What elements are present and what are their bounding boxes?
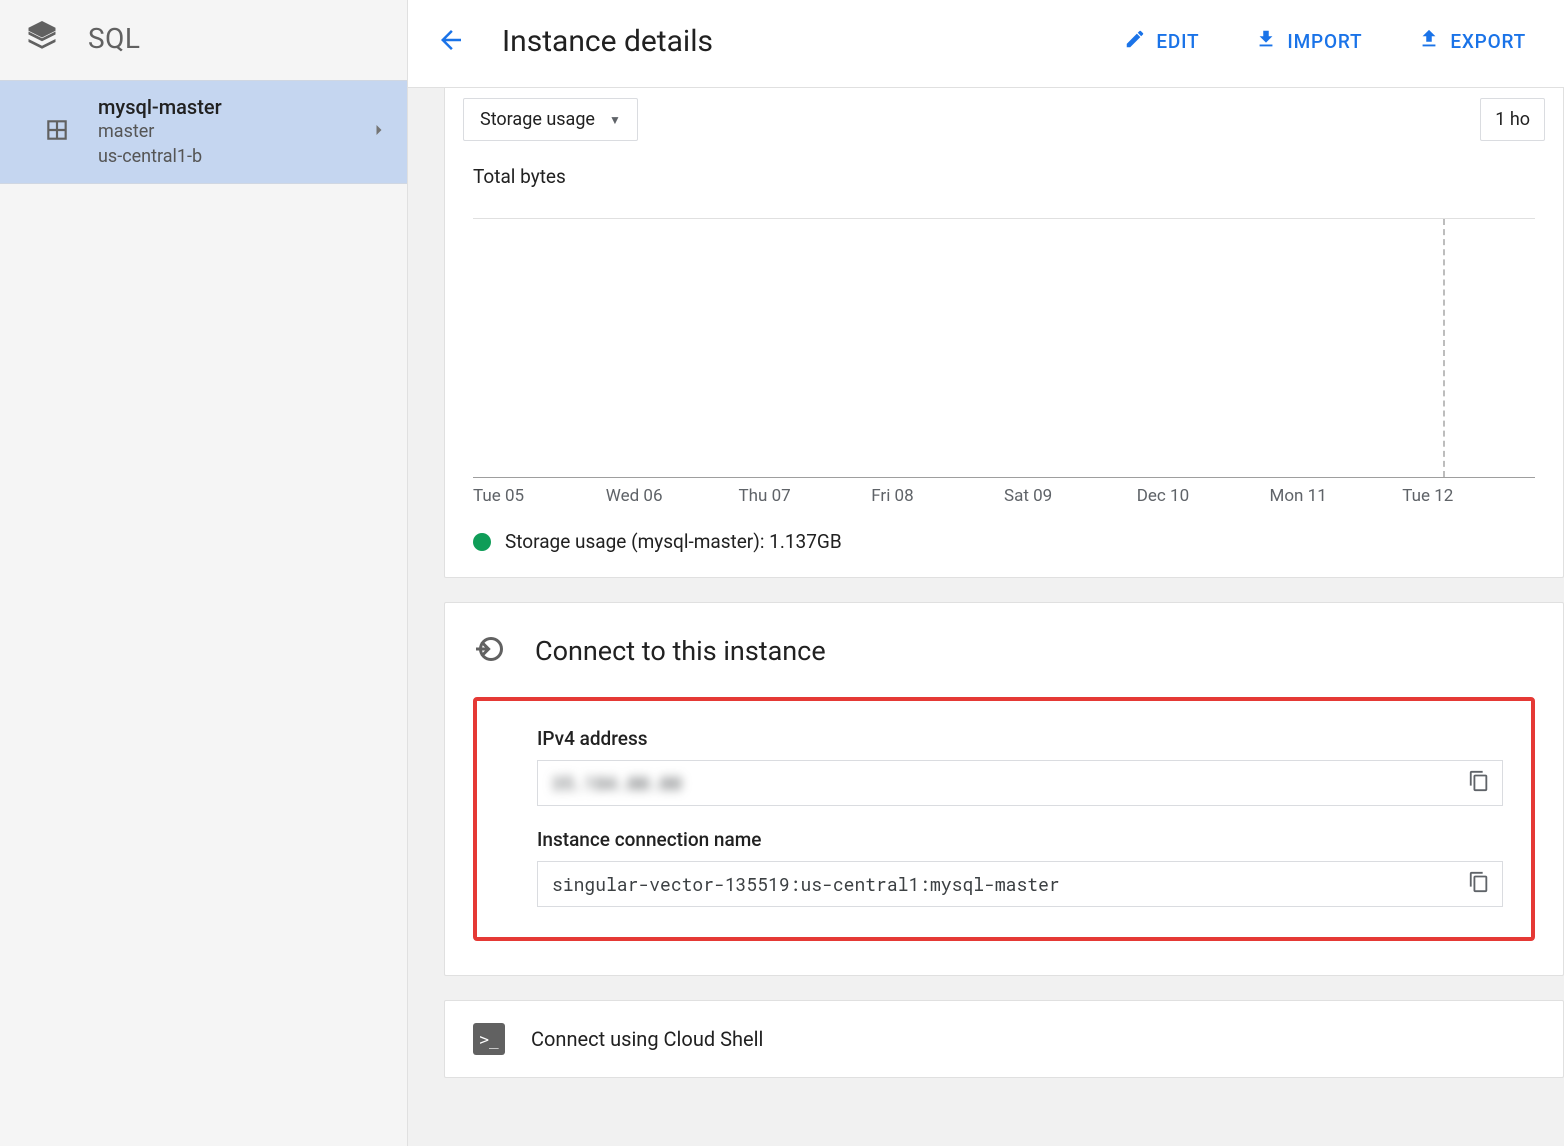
copy-conn-name-button[interactable] (1464, 867, 1494, 901)
database-icon (44, 117, 70, 147)
export-label: EXPORT (1450, 30, 1526, 53)
metric-dropdown[interactable]: Storage usage ▼ (463, 98, 638, 141)
conn-name-label: Instance connection name (537, 828, 1503, 851)
chevron-right-icon (369, 120, 389, 144)
connection-details-highlight: IPv4 address 35.184.00.00 Instance conne… (473, 697, 1535, 941)
x-tick: Fri 08 (871, 486, 1004, 506)
page-title: Instance details (502, 24, 713, 59)
sql-product-icon (24, 18, 60, 58)
connect-icon (473, 631, 509, 671)
instance-zone: us-central1-b (98, 144, 341, 169)
caret-down-icon: ▼ (609, 113, 621, 127)
chart-card: Storage usage ▼ 1 ho Total bytes Tue 05 … (444, 88, 1564, 578)
chart-legend: Storage usage (mysql-master): 1.137GB (445, 506, 1563, 553)
instance-name: mysql-master (98, 95, 341, 119)
time-range-dropdown[interactable]: 1 ho (1480, 98, 1545, 141)
pencil-icon (1124, 28, 1146, 55)
chart-toolbar: Storage usage ▼ 1 ho (445, 88, 1563, 151)
metric-dropdown-label: Storage usage (480, 109, 595, 130)
instance-text: mysql-master master us-central1-b (98, 95, 341, 169)
back-button[interactable] (436, 25, 466, 59)
x-tick: Sat 09 (1004, 486, 1137, 506)
ipv4-field: 35.184.00.00 (537, 760, 1503, 806)
x-tick: Mon 11 (1270, 486, 1403, 506)
conn-name-field: singular-vector-135519:us-central1:mysql… (537, 861, 1503, 907)
sidebar-instance-item[interactable]: mysql-master master us-central1-b (0, 80, 407, 184)
ipv4-value[interactable]: 35.184.00.00 (552, 771, 1464, 795)
conn-name-value[interactable]: singular-vector-135519:us-central1:mysql… (552, 872, 1464, 896)
export-icon (1418, 28, 1440, 55)
sidebar-header: SQL (0, 0, 407, 80)
legend-color-dot (473, 533, 491, 551)
cloud-shell-label: Connect using Cloud Shell (531, 1027, 763, 1051)
chart-cursor-line (1443, 219, 1445, 477)
main: Instance details EDIT IMPORT EXPORT St (408, 0, 1564, 1146)
time-range-label: 1 ho (1495, 109, 1530, 130)
x-tick: Thu 07 (739, 486, 872, 506)
sidebar: SQL mysql-master master us-central1-b (0, 0, 408, 1146)
cloud-shell-card[interactable]: >_ Connect using Cloud Shell (444, 1000, 1564, 1078)
instance-role: master (98, 119, 341, 144)
cloud-shell-icon: >_ (473, 1023, 505, 1055)
ipv4-label: IPv4 address (537, 727, 1503, 750)
chart-y-label: Total bytes (445, 151, 1563, 188)
connect-title: Connect to this instance (535, 635, 826, 667)
x-tick: Dec 10 (1137, 486, 1270, 506)
product-title: SQL (88, 22, 140, 55)
x-tick: Tue 12 (1402, 486, 1535, 506)
chart-plot-area[interactable] (473, 218, 1535, 478)
legend-text: Storage usage (mysql-master): 1.137GB (505, 530, 842, 553)
import-icon (1255, 28, 1277, 55)
export-button[interactable]: EXPORT (1408, 22, 1536, 61)
connect-card: Connect to this instance IPv4 address 35… (444, 602, 1564, 976)
chart-x-axis: Tue 05 Wed 06 Thu 07 Fri 08 Sat 09 Dec 1… (445, 478, 1563, 506)
edit-label: EDIT (1156, 30, 1199, 53)
edit-button[interactable]: EDIT (1114, 22, 1209, 61)
import-label: IMPORT (1287, 30, 1362, 53)
connect-header: Connect to this instance (473, 631, 1535, 671)
import-button[interactable]: IMPORT (1245, 22, 1372, 61)
copy-ipv4-button[interactable] (1464, 766, 1494, 800)
content: Storage usage ▼ 1 ho Total bytes Tue 05 … (408, 88, 1564, 1146)
topbar: Instance details EDIT IMPORT EXPORT (408, 0, 1564, 88)
x-tick: Tue 05 (473, 486, 606, 506)
x-tick: Wed 06 (606, 486, 739, 506)
